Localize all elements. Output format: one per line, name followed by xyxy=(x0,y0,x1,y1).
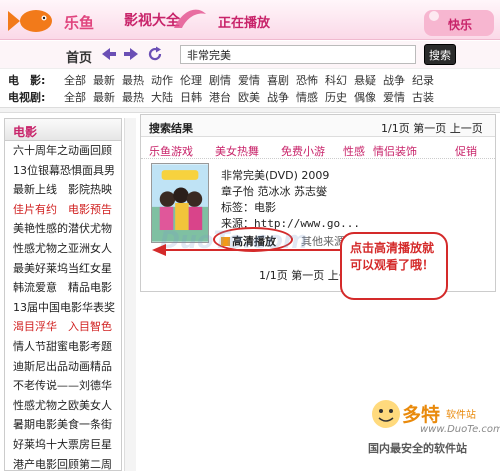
tv-category-label: 电视剧: xyxy=(8,91,46,104)
sidebar-item[interactable]: 好莱坞十大票房巨星 xyxy=(5,435,121,455)
sidebar-item[interactable]: 韩流爱意 精品电影 xyxy=(5,278,121,298)
category-link[interactable]: 最热 xyxy=(122,72,151,88)
category-link[interactable]: 战争 xyxy=(267,89,296,105)
sidebar-list: 六十周年之动画回顾 13位银幕恐惧面具男 最新上线 影院热映 佳片有约 电影预告 美艳性… xyxy=(5,141,121,471)
tv-category-row: 电视剧: 全部 最新 最热 大陆 日韩 港台 欧美 战争 情感 历史 偶像 爱情 古装 xyxy=(0,88,500,105)
category-link[interactable]: 全部 xyxy=(64,72,93,88)
navigation-bar: 首页 搜索 xyxy=(0,41,500,69)
brand-badge-text: 快乐 xyxy=(448,17,472,32)
filter-row: 乐鱼游戏 美女热舞 免费小游 性感 情侣装饰 促销 xyxy=(141,139,495,159)
sidebar-item[interactable]: 暑期电影美食一条街 xyxy=(5,415,121,435)
category-link[interactable]: 日韩 xyxy=(180,89,209,105)
category-link[interactable]: 欧美 xyxy=(238,89,267,105)
category-link[interactable]: 最新 xyxy=(93,89,122,105)
home-link[interactable]: 首页 xyxy=(66,47,92,66)
sidebar-item[interactable]: 情人节甜蜜电影考题 xyxy=(5,337,121,357)
result-tag: 标签：电影 xyxy=(221,201,276,214)
movie-category-items: 全部 最新 最热 动作 伦理 剧情 爱情 喜剧 恐怖 科幻 悬疑 战争 纪录 xyxy=(64,72,441,88)
sidebar-item[interactable]: 最美好莱坞当红女星 xyxy=(5,259,121,279)
movie-category-label: 电 影: xyxy=(8,74,46,87)
sidebar-item[interactable]: 美艳性感的潜伏尤物 xyxy=(5,219,121,239)
filter-link[interactable]: 美女热舞 xyxy=(215,143,259,159)
filter-link[interactable]: 促销 xyxy=(455,143,477,159)
back-arrow-icon[interactable] xyxy=(100,45,118,63)
ornament-icon xyxy=(174,9,206,28)
sidebar-item[interactable]: 性感尤物之亚洲女人 xyxy=(5,239,121,259)
category-link[interactable]: 古装 xyxy=(412,89,441,105)
result-title[interactable]: 非常完美(DVD) 2009 xyxy=(221,167,329,183)
category-link[interactable]: 爱情 xyxy=(383,89,412,105)
result-cast: 章子怡 范冰冰 苏志燮 xyxy=(221,185,327,198)
refresh-icon[interactable] xyxy=(146,45,164,63)
sidebar: 电影 六十周年之动画回顾 13位银幕恐惧面具男 最新上线 影院热映 佳片有约 电影预告… xyxy=(4,118,122,471)
sidebar-item[interactable]: 渴目浮华 入目智色 xyxy=(5,317,121,337)
category-link[interactable]: 历史 xyxy=(325,89,354,105)
watermark-domain: www.DuoTe.com xyxy=(420,424,500,435)
results-header: 搜索结果 1/1页 第一页 上一页 xyxy=(141,115,495,137)
now-playing-label: 正在播放 xyxy=(218,16,271,31)
category-link[interactable]: 情感 xyxy=(296,89,325,105)
movie-category-row: 电 影: 全部 最新 最热 动作 伦理 剧情 爱情 喜剧 恐怖 科幻 悬疑 战争 纪录 xyxy=(0,71,500,88)
sidebar-title: 电影 xyxy=(5,119,121,141)
scrollbar[interactable] xyxy=(124,118,136,471)
category-link[interactable]: 偶像 xyxy=(354,89,383,105)
sidebar-item[interactable]: 迪斯尼出品动画精品 xyxy=(5,357,121,377)
search-input[interactable] xyxy=(180,45,416,64)
forward-arrow-icon[interactable] xyxy=(122,45,140,63)
category-link[interactable]: 科幻 xyxy=(325,72,354,88)
fish-logo-icon xyxy=(8,10,52,32)
tv-category-items: 全部 最新 最热 大陆 日韩 港台 欧美 战争 情感 历史 偶像 爱情 古装 xyxy=(64,89,441,105)
brand-badge-icon: 快乐 xyxy=(424,10,494,36)
pointer-arrow-icon xyxy=(152,244,346,256)
sidebar-item[interactable]: 最新上线 影院热映 xyxy=(5,180,121,200)
category-link[interactable]: 伦理 xyxy=(180,72,209,88)
category-link[interactable]: 纪录 xyxy=(412,72,441,88)
watermark-tagline: 国内最安全的软件站 xyxy=(368,442,467,455)
category-link[interactable]: 悬疑 xyxy=(354,72,383,88)
callout-note: 点击高清播放就可以观看了哦！ xyxy=(340,232,448,300)
filter-link[interactable]: 乐鱼游戏 xyxy=(149,143,193,159)
watermark-brand: 多特 xyxy=(402,404,441,426)
sidebar-item[interactable]: 13届中国电影华表奖 xyxy=(5,298,121,318)
top-bar: 乐鱼 影视大全 正在播放 快乐 xyxy=(0,0,500,40)
logo-text: 乐鱼 xyxy=(64,14,95,32)
category-link[interactable]: 大陆 xyxy=(151,89,180,105)
pager-top[interactable]: 1/1页 第一页 上一页 xyxy=(381,120,483,136)
category-link[interactable]: 动作 xyxy=(151,72,180,88)
category-link[interactable]: 战争 xyxy=(383,72,412,88)
category-link[interactable]: 最热 xyxy=(122,89,151,105)
category-divider xyxy=(0,107,500,113)
results-title: 搜索结果 xyxy=(149,122,193,135)
sidebar-item[interactable]: 六十周年之动画回顾 xyxy=(5,141,121,161)
sidebar-item[interactable]: 港产电影回顾第二周 xyxy=(5,455,121,471)
sidebar-item[interactable]: 13位银幕恐惧面具男 xyxy=(5,161,121,181)
filter-link[interactable]: 免费小游 xyxy=(281,143,325,159)
category-link[interactable]: 全部 xyxy=(64,89,93,105)
watermark-brand-small: 软件站 xyxy=(446,410,476,421)
category-link[interactable]: 恐怖 xyxy=(296,72,325,88)
category-link[interactable]: 爱情 xyxy=(238,72,267,88)
search-button[interactable]: 搜索 xyxy=(424,44,456,65)
sidebar-item[interactable]: 性感尤物之欧美女人 xyxy=(5,396,121,416)
category-link[interactable]: 剧情 xyxy=(209,72,238,88)
sidebar-item[interactable]: 佳片有约 电影预告 xyxy=(5,200,121,220)
filter-link[interactable]: 情侣装饰 xyxy=(373,143,417,159)
category-link[interactable]: 最新 xyxy=(93,72,122,88)
category-link[interactable]: 港台 xyxy=(209,89,238,105)
sidebar-item[interactable]: 不老传说——刘德华 xyxy=(5,376,121,396)
filter-link[interactable]: 性感 xyxy=(343,143,365,159)
category-link[interactable]: 喜剧 xyxy=(267,72,296,88)
